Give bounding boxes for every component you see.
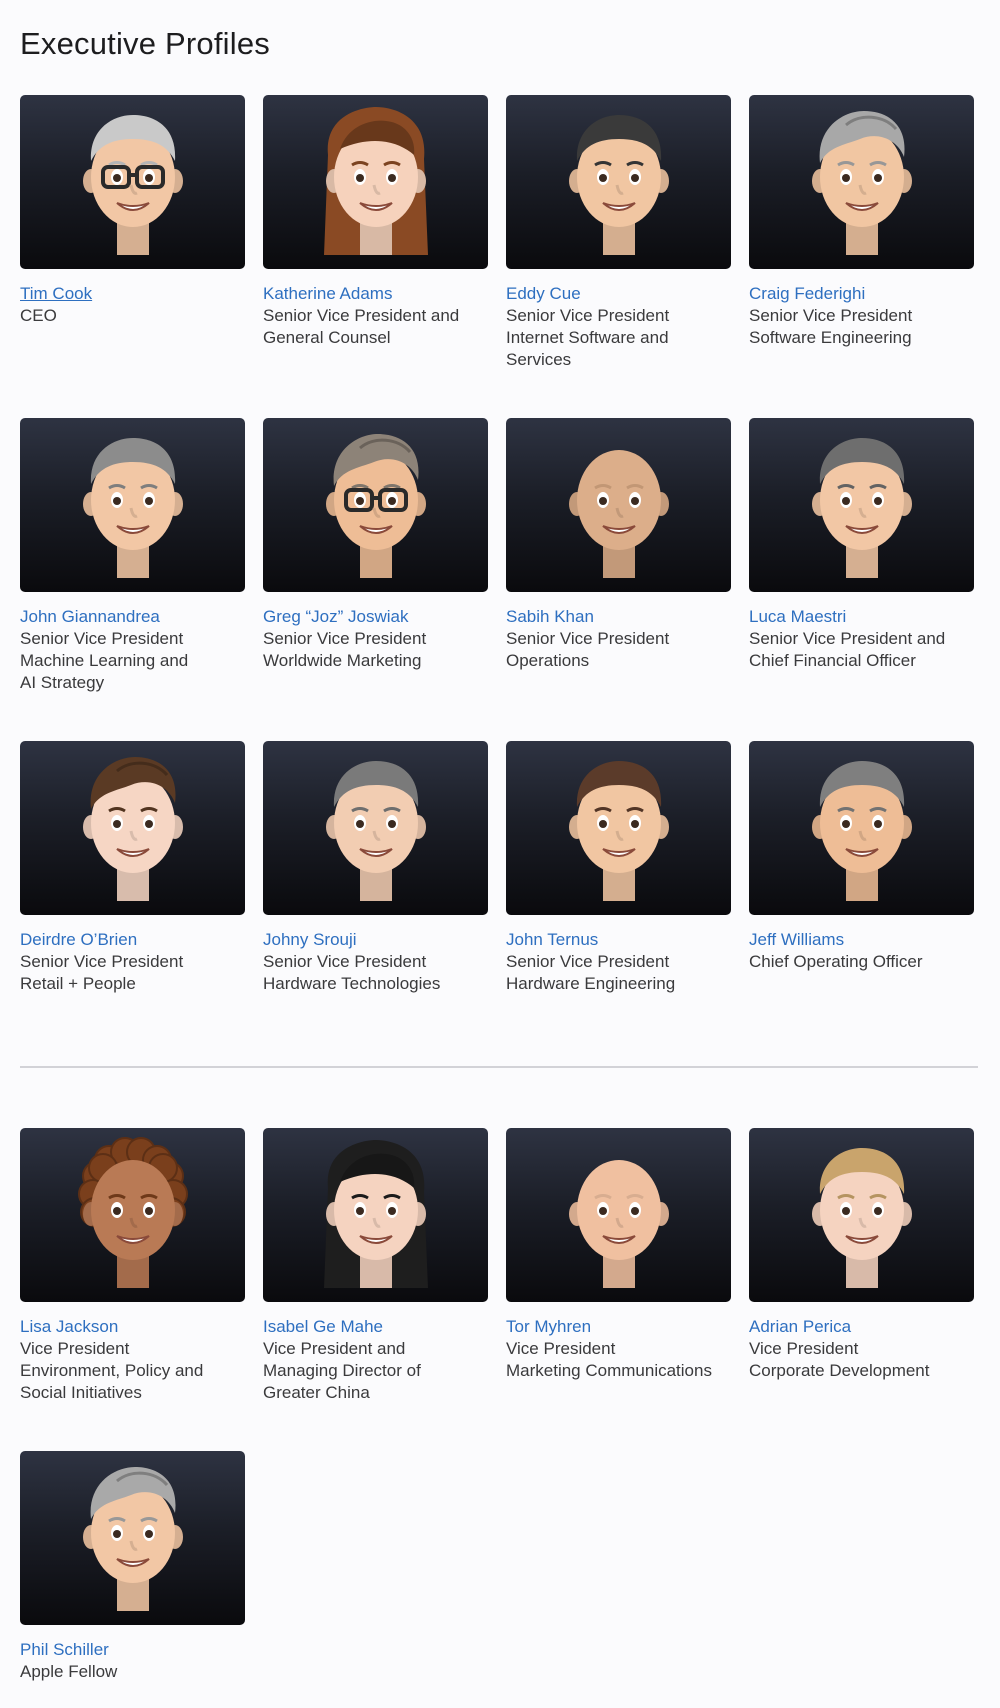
profile-card-greg-joz-joswiak: Greg “Joz” Joswiak Senior Vice President … [263,418,488,694]
profile-title: Vice President Marketing Communications [506,1339,712,1380]
profile-name-link[interactable]: Eddy Cue [506,283,581,305]
profile-title: Vice President Corporate Development [749,1339,930,1380]
profile-title: Senior Vice President Operations [506,629,670,670]
profile-card-phil-schiller: Phil Schiller Apple Fellow [20,1451,245,1683]
profile-name-link[interactable]: Sabih Khan [506,606,594,628]
memoji-avatar-icon [568,1160,669,1288]
profile-title: Vice President Environment, Policy and S… [20,1339,204,1402]
vice-presidents-grid: Lisa Jackson Vice President Environment, … [20,1128,978,1683]
profile-title: Vice President and Managing Director of … [263,1339,421,1402]
profile-card-katherine-adams: Katherine Adams Senior Vice President and… [263,95,488,371]
leadership-grid: Tim Cook CEO Katherine Adams Senior Vice P… [20,95,978,995]
profile-title: Senior Vice President Machine Learning a… [20,629,189,692]
profile-photo[interactable] [20,95,245,269]
profile-photo[interactable] [263,1128,488,1302]
profile-photo[interactable] [263,418,488,592]
profile-name-link[interactable]: Phil Schiller [20,1639,109,1661]
profile-title: Chief Operating Officer [749,952,923,971]
profile-card-eddy-cue: Eddy Cue Senior Vice President Internet S… [506,95,731,371]
profile-card-isabel-ge-mahe: Isabel Ge Mahe Vice President and Managin… [263,1128,488,1404]
profile-name-link[interactable]: John Giannandrea [20,606,160,628]
memoji-avatar-icon [568,450,669,578]
profile-photo[interactable] [749,741,974,915]
memoji-avatar-icon [325,761,426,901]
profile-photo[interactable] [263,95,488,269]
profile-title: Senior Vice President and General Counse… [263,306,460,347]
profile-photo[interactable] [506,95,731,269]
section-divider [20,1066,978,1068]
profile-name-link[interactable]: Tor Myhren [506,1316,591,1338]
profile-name-link[interactable]: Luca Maestri [749,606,846,628]
profile-title: Senior Vice President Worldwide Marketin… [263,629,427,670]
profile-title: Apple Fellow [20,1662,118,1681]
page-title: Executive Profiles [20,26,270,61]
profile-card-adrian-perica: Adrian Perica Vice President Corporate De… [749,1128,974,1404]
profile-card-lisa-jackson: Lisa Jackson Vice President Environment, … [20,1128,245,1404]
profile-photo[interactable] [506,1128,731,1302]
profile-card-johny-srouji: Johny Srouji Senior Vice President Hardwa… [263,741,488,995]
profile-title: Senior Vice President and Chief Financia… [749,629,946,670]
profile-card-tim-cook: Tim Cook CEO [20,95,245,371]
profile-title: Senior Vice President Retail + People [20,952,184,993]
profile-name-link[interactable]: Deirdre O’Brien [20,929,137,951]
memoji-avatar-icon [811,1148,912,1288]
memoji-avatar-icon [568,761,669,901]
profile-name-link[interactable]: John Ternus [506,929,598,951]
memoji-avatar-icon [82,1467,183,1611]
profile-photo[interactable] [749,95,974,269]
memoji-avatar-icon [811,438,912,578]
profile-title: Senior Vice President Software Engineeri… [749,306,913,347]
profile-name-link[interactable]: Craig Federighi [749,283,865,305]
profile-photo[interactable] [20,1128,245,1302]
profile-name-link[interactable]: Lisa Jackson [20,1316,118,1338]
memoji-avatar-icon [568,115,669,255]
profile-photo[interactable] [506,418,731,592]
profile-name-link[interactable]: Jeff Williams [749,929,844,951]
profile-card-deirdre-o-brien: Deirdre O’Brien Senior Vice President Ret… [20,741,245,995]
memoji-avatar-icon [77,1137,188,1288]
profile-card-sabih-khan: Sabih Khan Senior Vice President Operatio… [506,418,731,694]
profile-photo[interactable] [749,1128,974,1302]
profile-card-john-ternus: John Ternus Senior Vice President Hardwar… [506,741,731,995]
memoji-avatar-icon [82,438,183,578]
profile-photo[interactable] [263,741,488,915]
profile-name-link[interactable]: Greg “Joz” Joswiak [263,606,408,628]
memoji-avatar-icon [811,111,912,255]
memoji-avatar-icon [325,434,426,578]
profile-card-jeff-williams: Jeff Williams Chief Operating Officer [749,741,974,995]
memoji-avatar-icon [82,757,183,901]
profile-card-luca-maestri: Luca Maestri Senior Vice President and Ch… [749,418,974,694]
profile-title: CEO [20,306,57,325]
profile-title: Senior Vice President Internet Software … [506,306,670,369]
profile-photo[interactable] [749,418,974,592]
profile-photo[interactable] [20,1451,245,1625]
profile-title: Senior Vice President Hardware Engineeri… [506,952,676,993]
profile-name-link[interactable]: Johny Srouji [263,929,357,951]
profile-name-link[interactable]: Isabel Ge Mahe [263,1316,383,1338]
profile-card-tor-myhren: Tor Myhren Vice President Marketing Commu… [506,1128,731,1404]
memoji-avatar-icon [323,107,428,255]
memoji-avatar-icon [811,761,912,901]
profile-title: Senior Vice President Hardware Technolog… [263,952,441,993]
profile-card-john-giannandrea: John Giannandrea Senior Vice President Ma… [20,418,245,694]
profile-name-link[interactable]: Adrian Perica [749,1316,851,1338]
profile-photo[interactable] [506,741,731,915]
profile-photo[interactable] [20,741,245,915]
profile-name-link[interactable]: Katherine Adams [263,283,392,305]
memoji-avatar-icon [323,1140,428,1288]
profile-photo[interactable] [20,418,245,592]
profile-name-link[interactable]: Tim Cook [20,283,92,305]
memoji-avatar-icon [82,115,183,255]
profile-card-craig-federighi: Craig Federighi Senior Vice President Sof… [749,95,974,371]
